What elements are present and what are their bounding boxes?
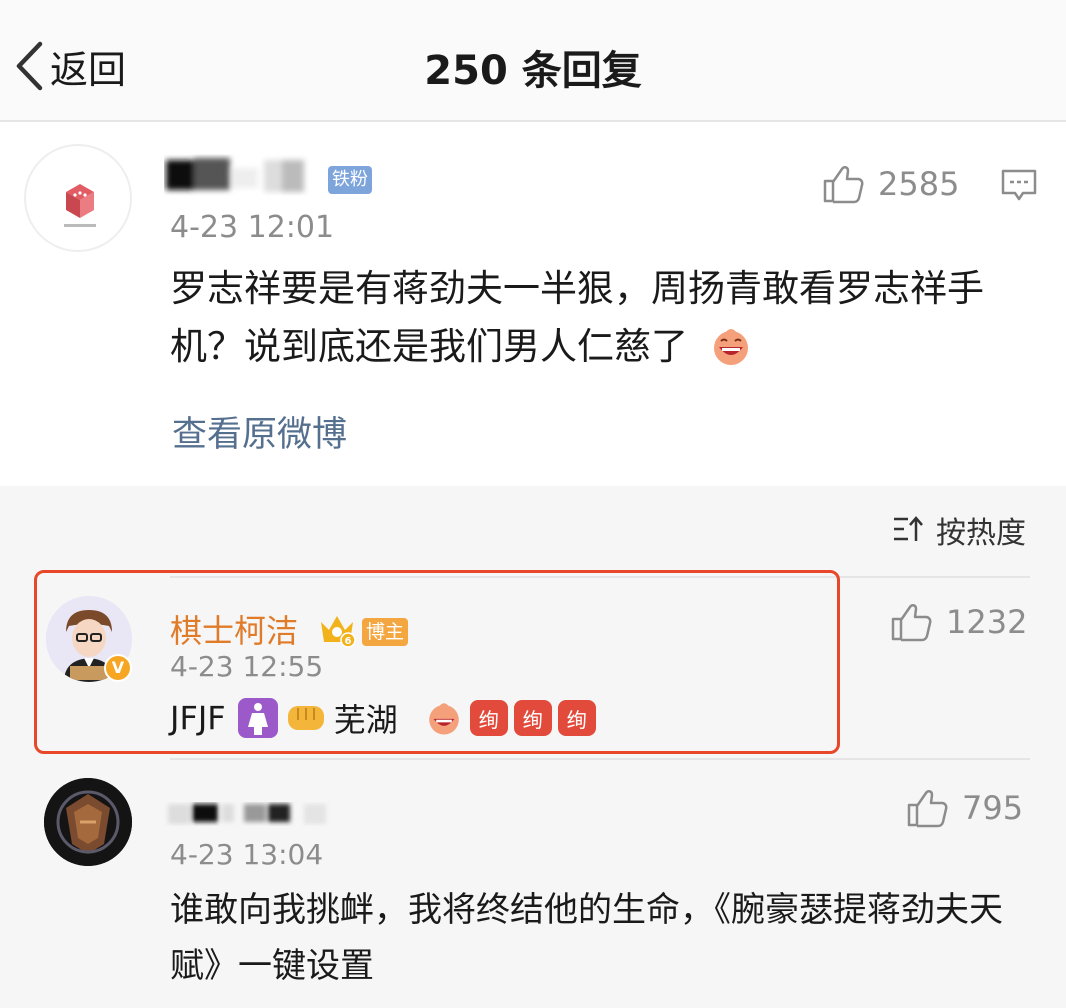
like-button[interactable]: 795 (906, 788, 1023, 828)
like-count: 2585 (878, 165, 960, 203)
gift-box-logo-icon (64, 184, 96, 227)
thumbs-up-icon (907, 790, 948, 828)
comment-button[interactable] (1000, 168, 1038, 208)
thumbs-up-icon (823, 166, 864, 204)
reply-item: 4-23 13:04 795 谁敢向我挑衅，我将终结他的生命，《腕豪瑟提蒋劲夫天… (0, 758, 1066, 1008)
main-post: 铁粉 4-23 12:01 2585 罗志祥要是有蒋劲夫一半狠，周扬青敢看罗志祥… (0, 124, 1066, 486)
reply-timestamp: 4-23 13:04 (170, 838, 324, 871)
sort-icon (894, 516, 923, 541)
username-redacted (168, 804, 326, 824)
laughing-face-emoji (713, 329, 748, 365)
avatar[interactable] (44, 778, 132, 866)
post-content: 罗志祥要是有蒋劲夫一半狠，周扬青敢看罗志祥手机？说到底还是我们男人仁慈了 (170, 260, 1030, 376)
page-title: 250 条回复 (424, 48, 642, 94)
like-button[interactable]: 1232 (890, 602, 1027, 642)
comment-icon (1001, 169, 1037, 201)
avatar[interactable] (24, 144, 132, 252)
like-count: 795 (962, 789, 1024, 827)
sort-by-hot-button[interactable]: 按热度 (892, 508, 1026, 552)
view-original-link[interactable]: 查看原微博 (172, 406, 347, 457)
nav-header: 返回 250 条回复 (0, 0, 1066, 122)
like-button[interactable]: 2585 (822, 164, 959, 204)
like-count: 1232 (946, 603, 1028, 641)
username-redacted (166, 158, 304, 192)
sort-label: 按热度 (936, 516, 1026, 551)
highlight-frame (34, 570, 840, 754)
thumbs-up-icon (891, 604, 932, 642)
helmet-avatar-icon (44, 778, 132, 866)
replies-section: 按热度 V 棋士柯洁 6 博主 4-23 12:55 1232 JFJF 芜湖 … (0, 486, 1066, 1008)
divider (170, 758, 1030, 760)
fan-badge: 铁粉 (328, 166, 372, 194)
post-timestamp: 4-23 12:01 (170, 210, 335, 245)
reply-content: 谁敢向我挑衅，我将终结他的生命，《腕豪瑟提蒋劲夫天赋》一键设置 (170, 890, 1003, 986)
post-text: 罗志祥要是有蒋劲夫一半狠，周扬青敢看罗志祥手机？说到底还是我们男人仁慈了 (170, 267, 984, 368)
